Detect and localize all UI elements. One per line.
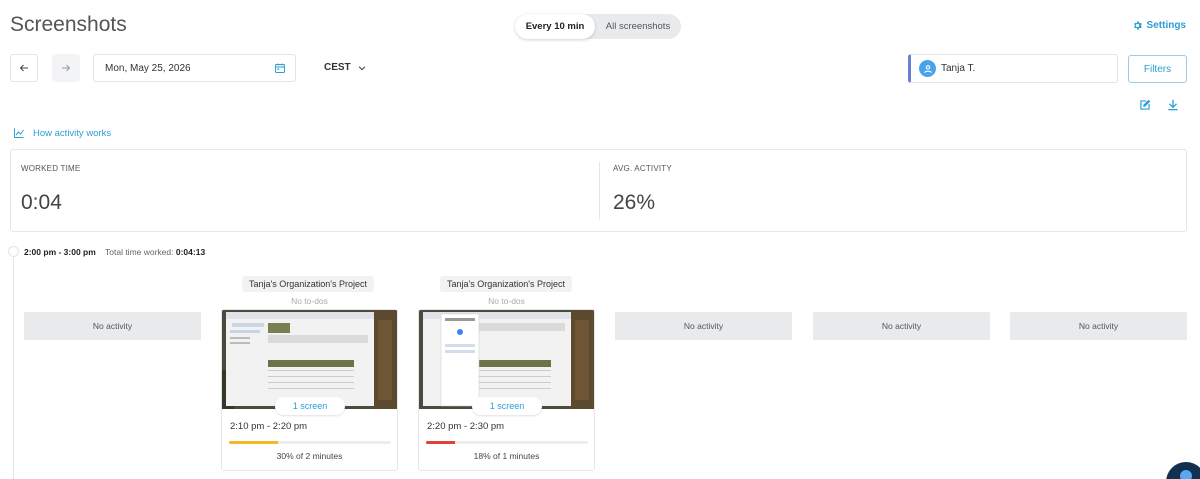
- next-day-button[interactable]: [52, 54, 80, 82]
- chat-widget-button[interactable]: [1166, 462, 1200, 479]
- hour-total-label: Total time worked:: [105, 247, 174, 257]
- filters-button[interactable]: Filters: [1128, 55, 1187, 83]
- settings-label: Settings: [1146, 20, 1186, 31]
- gear-icon: [1133, 21, 1142, 30]
- timeline-line: [13, 255, 14, 479]
- card-time-range: 2:10 pm - 2:20 pm: [230, 421, 308, 432]
- how-activity-works-link[interactable]: How activity works: [13, 127, 111, 139]
- hour-total-value: 0:04:13: [175, 247, 206, 257]
- arrow-left-icon: [19, 64, 28, 72]
- edit-icon[interactable]: [1138, 98, 1152, 112]
- screen-count-badge[interactable]: 1 screen: [275, 397, 345, 415]
- no-activity-slot: No activity: [813, 312, 990, 340]
- settings-link[interactable]: Settings: [1132, 20, 1186, 31]
- date-value: Mon, May 25, 2026: [105, 62, 191, 74]
- chart-line-icon: [14, 128, 24, 138]
- timezone-value: CEST: [324, 62, 351, 73]
- worked-time-value: 0:04: [21, 191, 62, 214]
- hour-range: 2:00 pm - 3:00 pm: [24, 247, 96, 257]
- download-icon[interactable]: [1166, 98, 1180, 112]
- toggle-all-screenshots[interactable]: All screenshots: [595, 14, 681, 39]
- card-time-range: 2:20 pm - 2:30 pm: [427, 421, 505, 432]
- calendar-icon[interactable]: [274, 62, 286, 74]
- toggle-every-10-min[interactable]: Every 10 min: [515, 14, 595, 39]
- date-picker-input[interactable]: Mon, May 25, 2026: [93, 54, 296, 82]
- activity-progress-fill: [229, 441, 278, 444]
- avg-activity-label: AVG. ACTIVITY: [613, 164, 672, 173]
- activity-progress-fill: [426, 441, 456, 444]
- project-label: Tanja's Organization's Project: [440, 276, 572, 292]
- no-activity-slot: No activity: [24, 312, 201, 340]
- timezone-select[interactable]: CEST: [324, 62, 367, 73]
- todo-label: No to-dos: [488, 296, 525, 306]
- user-icon: [923, 64, 932, 73]
- avg-activity-value: 26%: [613, 191, 656, 214]
- chevron-down-icon: [358, 65, 365, 70]
- how-activity-works-label: How activity works: [33, 127, 112, 139]
- prev-day-button[interactable]: [10, 54, 38, 82]
- screenshot-image: [222, 310, 397, 409]
- user-select[interactable]: Tanja T.: [908, 54, 1118, 83]
- no-activity-slot: No activity: [615, 312, 792, 340]
- interval-toggle[interactable]: Every 10 min All screenshots: [515, 14, 681, 39]
- page-title: Screenshots: [10, 13, 127, 36]
- card-activity-text: 18% of 1 minutes: [473, 451, 540, 461]
- screenshot-card[interactable]: 1 screen 2:20 pm - 2:30 pm 18% of 1 minu…: [418, 309, 595, 471]
- screenshot-thumbnail[interactable]: [222, 310, 397, 409]
- project-label: Tanja's Organization's Project: [242, 276, 374, 292]
- chat-icon: [1180, 470, 1192, 479]
- screenshot-thumbnail[interactable]: [419, 310, 594, 409]
- activity-progress-bar: [426, 441, 588, 444]
- user-avatar: [919, 60, 936, 77]
- hour-total: Total time worked: 0:04:13: [105, 247, 205, 257]
- screenshot-card[interactable]: 1 screen 2:10 pm - 2:20 pm 30% of 2 minu…: [221, 309, 398, 471]
- user-name: Tanja T.: [941, 63, 976, 74]
- worked-time-label: WORKED TIME: [21, 164, 81, 173]
- screenshot-image: [419, 310, 594, 409]
- card-activity-text: 30% of 2 minutes: [276, 451, 343, 461]
- no-activity-slot: No activity: [1010, 312, 1187, 340]
- timeline-dot: [8, 246, 19, 257]
- screen-count-badge[interactable]: 1 screen: [472, 397, 542, 415]
- arrow-right-icon: [62, 64, 71, 72]
- stats-divider: [599, 162, 600, 220]
- activity-progress-bar: [229, 441, 391, 444]
- todo-label: No to-dos: [291, 296, 328, 306]
